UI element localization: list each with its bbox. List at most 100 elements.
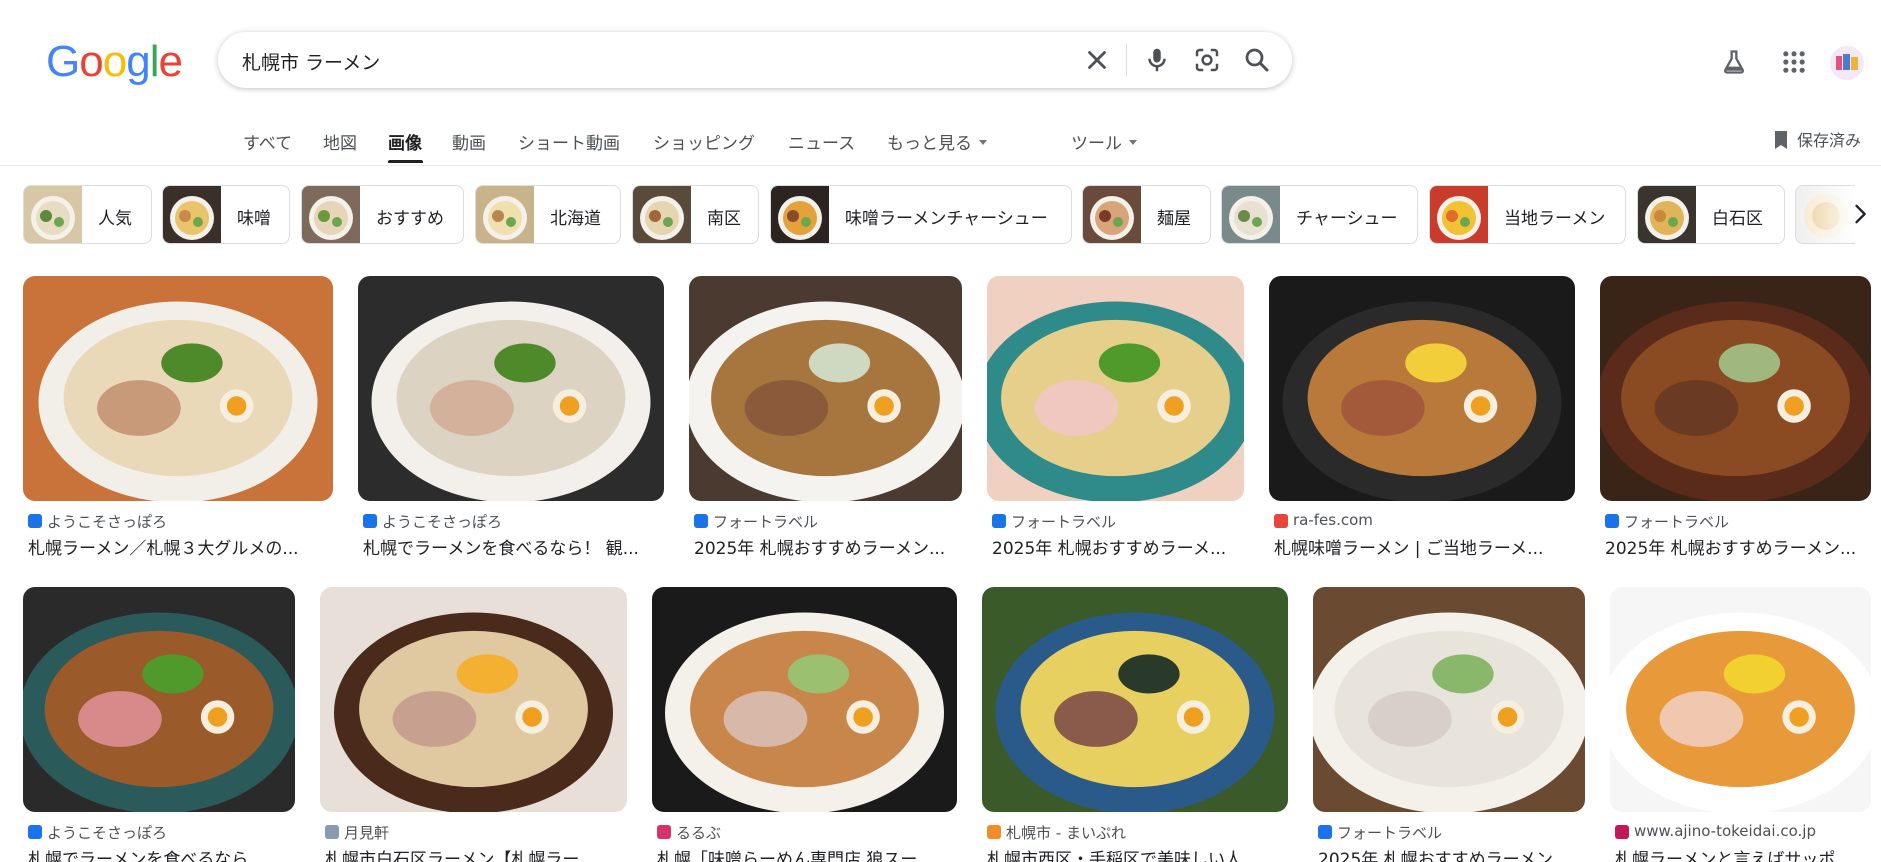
chevron-right-icon[interactable]	[1846, 200, 1874, 228]
filter-chip[interactable]: 白石区	[1637, 185, 1785, 244]
result-title[interactable]: 札幌でラーメンを食べるなら...	[28, 845, 295, 862]
result-source[interactable]: ようこそさっぽろ	[47, 822, 167, 843]
result-title[interactable]: 2025年 札幌おすすめラーメ...	[992, 534, 1244, 559]
site-favicon-icon	[325, 825, 339, 839]
result-thumbnail[interactable]	[1610, 587, 1871, 812]
image-result[interactable]: ようこそさっぽろ 札幌でラーメンを食べるなら！ 観...	[358, 276, 664, 561]
filter-chip[interactable]: 味噌	[162, 185, 290, 244]
close-icon[interactable]	[1082, 45, 1112, 75]
result-source[interactable]: フォートラベル	[713, 511, 818, 532]
apps-grid-icon[interactable]	[1780, 48, 1808, 76]
site-favicon-icon	[992, 514, 1006, 528]
image-result[interactable]: 札幌市 - まいぷれ札幌市西区・手稲区で美味しい人...	[982, 587, 1288, 862]
image-result[interactable]: フォートラベル 2025年 札幌おすすめラーメン...	[1313, 587, 1585, 862]
filter-chip[interactable]: 当地ラーメン	[1429, 185, 1626, 244]
chip-thumbnail	[1430, 186, 1488, 243]
result-title[interactable]: 2025年 札幌おすすめラーメン...	[1605, 534, 1871, 559]
tab-all[interactable]: すべて	[243, 129, 292, 154]
saved-link[interactable]: 保存済み	[1797, 127, 1861, 151]
result-thumbnail[interactable]	[23, 276, 333, 501]
chip-label: 当地ラーメン	[1504, 209, 1606, 229]
result-title[interactable]: 札幌でラーメンを食べるなら！ 観...	[363, 534, 664, 559]
camera-lens-icon[interactable]	[1192, 45, 1222, 75]
filter-chip[interactable]: 南区	[632, 185, 759, 244]
chip-thumbnail	[24, 186, 82, 243]
site-favicon-icon	[987, 825, 1001, 839]
logo-letter: o	[79, 37, 104, 86]
result-title[interactable]: 札幌味噌ラーメン | ご当地ラーメ...	[1274, 534, 1575, 559]
filter-chip[interactable]: 人気	[23, 185, 152, 244]
google-logo[interactable]: Google	[46, 37, 183, 86]
result-thumbnail[interactable]	[23, 587, 295, 812]
tab-maps[interactable]: 地図	[323, 129, 357, 154]
result-title[interactable]: 2025年 札幌おすすめラーメン...	[694, 534, 962, 559]
search-input[interactable]: 札幌市 ラーメン	[242, 48, 380, 75]
image-result[interactable]: フォートラベル 2025年 札幌おすすめラーメン...	[1600, 276, 1871, 561]
tab-tools-label: ツール	[1071, 134, 1122, 154]
image-result[interactable]: ようこそさっぽろ札幌でラーメンを食べるなら...	[23, 587, 295, 862]
image-result[interactable]: ようこそさっぽろ 札幌ラーメン／札幌３大グルメの...	[23, 276, 333, 561]
result-source[interactable]: フォートラベル	[1624, 511, 1729, 532]
chip-label: おすすめ	[376, 209, 444, 229]
result-source[interactable]: www.ajino-tokeidai.co.jp	[1634, 822, 1816, 840]
search-tabs: すべて 地図 画像 動画 ショート動画 ショッピング ニュース もっと見る ツー…	[0, 124, 1881, 166]
result-source[interactable]: ra-fes.com	[1293, 511, 1373, 529]
avatar[interactable]	[1830, 46, 1864, 80]
tab-more-label: もっと見る	[887, 134, 972, 154]
filter-chip[interactable]: チャーシュー	[1221, 185, 1418, 244]
chip-label: 南区	[707, 209, 741, 229]
tab-shopping[interactable]: ショッピング	[653, 129, 755, 154]
tab-short-videos[interactable]: ショート動画	[518, 129, 620, 154]
result-title[interactable]: 2025年 札幌おすすめラーメン...	[1318, 845, 1585, 862]
chevron-down-icon	[1129, 139, 1137, 145]
tab-images[interactable]: 画像	[388, 129, 422, 154]
result-source[interactable]: 月見軒	[344, 822, 389, 843]
result-source[interactable]: 札幌市 - まいぷれ	[1006, 822, 1126, 843]
tab-videos[interactable]: 動画	[452, 129, 486, 154]
image-result[interactable]: ra-fes.com 札幌味噌ラーメン | ご当地ラーメ...	[1269, 276, 1575, 561]
logo-letter: g	[126, 37, 151, 86]
filter-chip[interactable]: 麺屋	[1082, 185, 1211, 244]
result-thumbnail[interactable]	[1600, 276, 1871, 501]
result-title[interactable]: 札幌ラーメン／札幌３大グルメの...	[28, 534, 333, 559]
result-title[interactable]: 札幌市白石区ラーメン【札幌ラー...	[325, 845, 627, 862]
result-source[interactable]: ようこそさっぽろ	[47, 511, 167, 532]
chip-label: 白石区	[1712, 209, 1763, 229]
filter-chip[interactable]: おすすめ	[301, 185, 464, 244]
tab-more[interactable]: もっと見る	[887, 129, 987, 154]
result-source[interactable]: フォートラベル	[1011, 511, 1116, 532]
filter-chip[interactable]: 北海道	[475, 185, 621, 244]
result-thumbnail[interactable]	[652, 587, 957, 812]
chip-thumbnail	[1638, 186, 1696, 243]
site-favicon-icon	[694, 514, 708, 528]
search-icon[interactable]	[1242, 45, 1272, 75]
search-box[interactable]: 札幌市 ラーメン	[218, 32, 1292, 88]
result-source[interactable]: るるぶ	[676, 822, 721, 843]
flask-icon[interactable]	[1720, 48, 1748, 76]
result-source[interactable]: ようこそさっぽろ	[382, 511, 502, 532]
result-thumbnail[interactable]	[320, 587, 627, 812]
filter-chip[interactable]: 味噌ラーメンチャーシュー	[770, 185, 1072, 244]
image-result[interactable]: るるぶ札幌「味噌らーめん専門店 狼スー...	[652, 587, 957, 862]
result-thumbnail[interactable]	[1269, 276, 1575, 501]
result-thumbnail[interactable]	[1313, 587, 1585, 812]
result-title[interactable]: 札幌市西区・手稲区で美味しい人...	[987, 845, 1288, 862]
bookmark-icon	[1775, 131, 1787, 149]
chevron-down-icon	[979, 139, 987, 145]
microphone-icon[interactable]	[1142, 45, 1172, 75]
result-thumbnail[interactable]	[358, 276, 664, 501]
image-result[interactable]: フォートラベル 2025年 札幌おすすめラーメ...	[987, 276, 1244, 561]
result-source[interactable]: フォートラベル	[1337, 822, 1442, 843]
result-thumbnail[interactable]	[982, 587, 1288, 812]
result-thumbnail[interactable]	[987, 276, 1244, 501]
image-result[interactable]: フォートラベル 2025年 札幌おすすめラーメン...	[689, 276, 962, 561]
result-thumbnail[interactable]	[689, 276, 962, 501]
image-result[interactable]: 月見軒札幌市白石区ラーメン【札幌ラー...	[320, 587, 627, 862]
tab-news[interactable]: ニュース	[788, 129, 855, 154]
image-result[interactable]: www.ajino-tokeidai.co.jp 札幌ラーメンと言えばサッポ...	[1610, 587, 1871, 862]
tab-tools[interactable]: ツール	[1071, 129, 1137, 154]
result-title[interactable]: 札幌ラーメンと言えばサッポ...	[1615, 845, 1871, 862]
logo-letter: o	[102, 37, 128, 86]
result-title[interactable]: 札幌「味噌らーめん専門店 狼スー...	[657, 845, 957, 862]
logo-letter: e	[158, 37, 183, 86]
